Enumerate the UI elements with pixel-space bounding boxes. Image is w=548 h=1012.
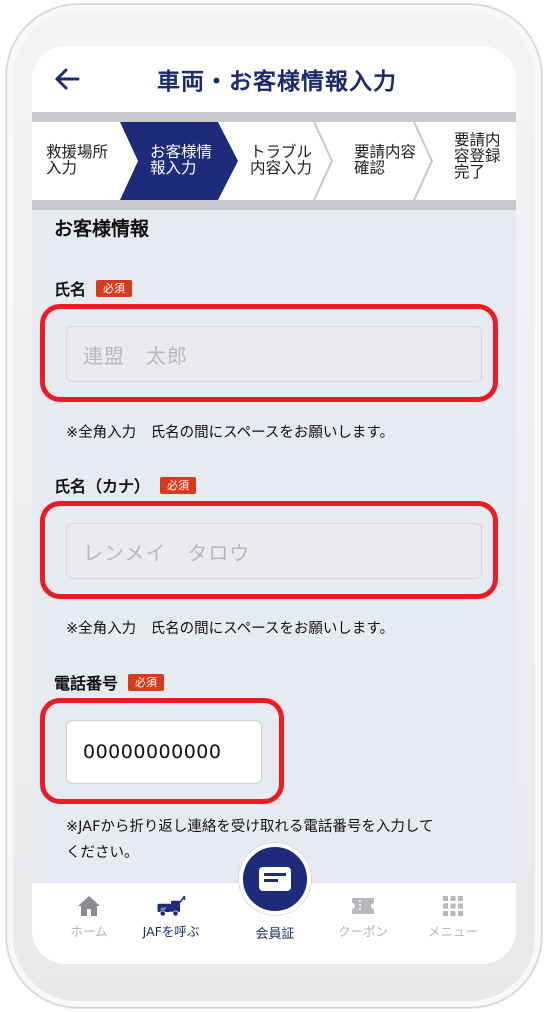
- bottom-tab-bar: ホーム JAF JAFを呼ぶ 会員証 クーポン メニュー: [32, 843, 516, 964]
- tab-call-jaf-label: JAFを呼ぶ: [142, 924, 200, 939]
- step-progress-bar: 救援場所 入力 お客様情 報入力 トラブル 内容入力 要請内容 確認 要請内 容…: [32, 112, 516, 210]
- required-badge: 必須: [96, 279, 133, 297]
- form-content: お客様情報 氏名 必須 連盟 太郎 ※全角入力 氏名の間にスペースをお願いします…: [32, 210, 516, 882]
- member-card-button[interactable]: [239, 843, 311, 915]
- page-title: 車両・お客様情報入力: [157, 69, 397, 95]
- menu-grid-icon: [438, 891, 468, 921]
- app-header: 車両・お客様情報入力: [32, 46, 516, 112]
- app-screen: 車両・お客様情報入力 救援場所 入力 お客様情 報入力 トラブル 内容入力 要請…: [32, 46, 516, 964]
- name-kana-label-text: 氏名（カナ）: [54, 477, 151, 496]
- step-1-label: 救援場所 入力: [46, 143, 109, 177]
- name-note: ※全角入力 氏名の間にスペースをお願いします。: [66, 425, 394, 441]
- tab-home[interactable]: ホーム: [44, 891, 134, 940]
- step-3-label: トラブル 内容入力: [250, 143, 313, 177]
- name-kana-note: ※全角入力 氏名の間にスペースをお願いします。: [66, 621, 394, 637]
- coupon-ticket-icon: [348, 891, 378, 921]
- tab-home-label: ホーム: [70, 924, 108, 939]
- name-kana-field-label: 氏名（カナ） 必須: [54, 473, 197, 497]
- tab-call-jaf[interactable]: JAF JAFを呼ぶ: [126, 891, 216, 940]
- name-kana-input[interactable]: レンメイ タロウ: [66, 523, 482, 579]
- home-icon: [74, 891, 104, 921]
- step-4-label: 要請内容 確認: [354, 143, 417, 177]
- tow-truck-icon: JAF: [156, 891, 186, 921]
- tab-menu-label: メニュー: [427, 924, 478, 939]
- required-badge: 必須: [128, 673, 165, 691]
- member-card-label: 会員証: [255, 927, 295, 942]
- tab-coupon-label: クーポン: [337, 924, 388, 939]
- name-input-placeholder: 連盟 太郎: [83, 343, 188, 368]
- phone-input[interactable]: 00000000000: [66, 720, 262, 784]
- tab-menu[interactable]: メニュー: [408, 891, 498, 940]
- name-field-label: 氏名 必須: [54, 276, 133, 300]
- name-kana-input-placeholder: レンメイ タロウ: [83, 540, 251, 565]
- back-arrow-icon[interactable]: [52, 64, 82, 94]
- step-5-label: 要請内 容登録 完了: [454, 131, 501, 181]
- phone-label-text: 電話番号: [54, 674, 119, 693]
- step-2-label: お客様情 報入力: [150, 143, 213, 177]
- phone-input-value: 00000000000: [83, 741, 222, 763]
- phone-note-line-1: ※JAFから折り返し連絡を受け取れる電話番号を入力して: [66, 819, 434, 835]
- name-label-text: 氏名: [54, 280, 87, 299]
- required-badge: 必須: [160, 476, 197, 494]
- svg-text:JAF: JAF: [160, 907, 167, 911]
- id-card-icon: [259, 867, 291, 891]
- tab-coupon[interactable]: クーポン: [318, 891, 408, 940]
- section-title: お客様情報: [54, 218, 150, 240]
- phone-field-label: 電話番号 必須: [54, 670, 165, 694]
- name-input[interactable]: 連盟 太郎: [66, 326, 482, 382]
